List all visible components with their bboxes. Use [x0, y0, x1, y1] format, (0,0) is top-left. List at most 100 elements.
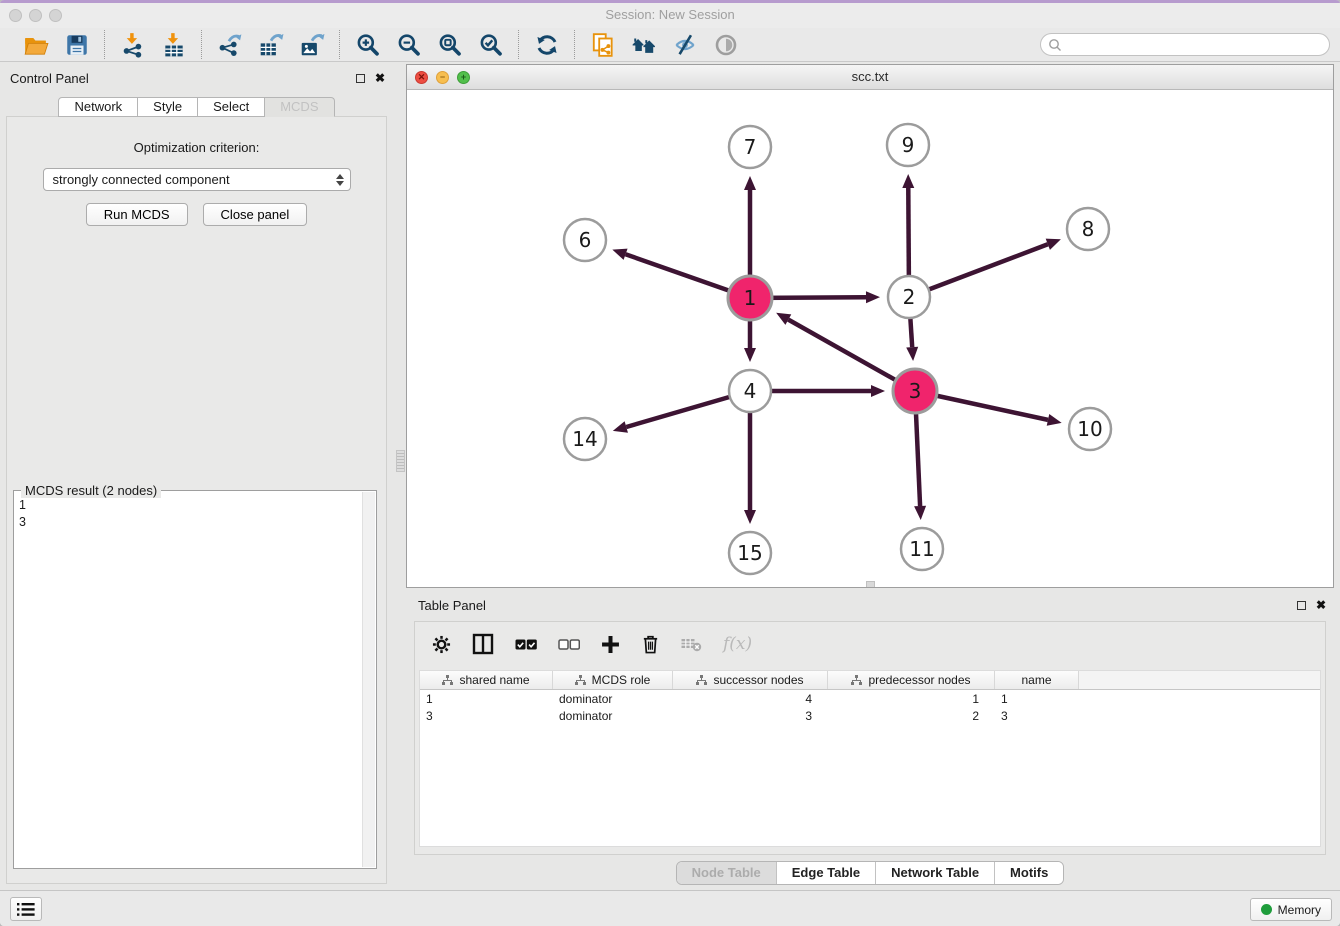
graph-node-label: 15 — [737, 541, 762, 565]
tab-network[interactable]: Network — [58, 97, 138, 117]
result-scrollbar[interactable] — [362, 492, 375, 867]
toggle-column-view-icon[interactable] — [472, 633, 494, 655]
tab-select[interactable]: Select — [198, 97, 265, 117]
float-panel-icon[interactable] — [356, 74, 365, 83]
show-graphics-details-icon[interactable] — [712, 31, 739, 58]
delete-table-icon[interactable] — [681, 636, 702, 652]
graph-arrowhead — [744, 510, 756, 524]
criterion-value: strongly connected component — [53, 172, 336, 187]
open-session-icon[interactable] — [22, 31, 49, 58]
main-toolbar — [0, 28, 1340, 62]
column-header-predecessor-nodes[interactable]: predecessor nodes — [828, 671, 995, 689]
column-header-mcds-role[interactable]: MCDS role — [553, 671, 673, 689]
cell-successor-nodes: 4 — [673, 690, 828, 707]
status-bar: Memory — [0, 890, 1340, 926]
window-title: Session: New Session — [0, 7, 1340, 22]
tab-network-table[interactable]: Network Table — [876, 862, 995, 884]
graph-node-label: 2 — [903, 285, 916, 309]
cell-predecessor-nodes: 1 — [828, 690, 995, 707]
home-icon[interactable] — [630, 31, 657, 58]
hide-graphics-details-icon[interactable] — [671, 31, 698, 58]
cell-mcds-role: dominator — [553, 707, 673, 724]
graph-edge-2-8[interactable] — [909, 244, 1048, 297]
zoom-out-icon[interactable] — [395, 31, 422, 58]
table-panel-header: Table Panel ✖ — [406, 595, 1334, 619]
select-all-checkboxes-icon[interactable] — [515, 638, 537, 651]
graph-node-label: 10 — [1077, 417, 1102, 441]
search-icon — [1048, 38, 1062, 52]
attribute-icon — [696, 675, 707, 686]
column-header-shared-name[interactable]: shared name — [420, 671, 553, 689]
column-header-filler — [1079, 671, 1320, 689]
tab-style[interactable]: Style — [138, 97, 198, 117]
close-panel-button[interactable]: Close panel — [203, 203, 308, 226]
export-network-icon[interactable] — [216, 31, 243, 58]
save-session-icon[interactable] — [63, 31, 90, 58]
table-tabs: Node Table Edge Table Network Table Moti… — [406, 861, 1334, 885]
column-header-successor-nodes[interactable]: successor nodes — [673, 671, 828, 689]
export-table-icon[interactable] — [257, 31, 284, 58]
graph-node-label: 1 — [744, 286, 757, 310]
mcds-result-box[interactable]: MCDS result (2 nodes) 1 3 — [13, 490, 377, 869]
settings-gear-icon[interactable] — [432, 635, 451, 654]
control-panel: Control Panel ✖ Network Style Select MCD… — [0, 68, 393, 884]
create-column-icon[interactable] — [601, 635, 620, 654]
refresh-icon[interactable] — [533, 31, 560, 58]
import-table-icon[interactable] — [160, 31, 187, 58]
memory-status-icon — [1261, 904, 1272, 915]
graph-arrowhead — [744, 348, 756, 362]
graph-arrowhead — [906, 347, 918, 361]
tab-motifs[interactable]: Motifs — [995, 862, 1063, 884]
graph-arrowhead — [744, 176, 756, 190]
mcds-result-text: 1 3 — [19, 497, 360, 864]
graph-arrowhead — [613, 421, 628, 433]
import-network-icon[interactable] — [119, 31, 146, 58]
control-panel-header: Control Panel ✖ — [0, 68, 393, 92]
graph-node-label: 7 — [744, 135, 757, 159]
graph-arrowhead — [914, 506, 926, 520]
dropdown-stepper-icon — [336, 174, 344, 186]
close-panel-icon[interactable]: ✖ — [375, 72, 385, 84]
network-window-titlebar[interactable]: ✕ − + scc.txt — [407, 65, 1333, 90]
network-window-resize-handle[interactable] — [866, 581, 875, 587]
function-builder-icon[interactable]: f(x) — [723, 634, 752, 654]
export-image-icon[interactable] — [298, 31, 325, 58]
table-row[interactable]: 3 dominator 3 2 3 — [420, 707, 1320, 724]
attribute-icon — [851, 675, 862, 686]
criterion-dropdown[interactable]: strongly connected component — [43, 168, 351, 191]
panel-splitter-handle[interactable] — [396, 450, 405, 472]
memory-button[interactable]: Memory — [1250, 898, 1332, 921]
graph-arrowhead — [1046, 239, 1061, 250]
network-window-title: scc.txt — [407, 69, 1333, 84]
search-field[interactable] — [1040, 33, 1330, 56]
graph-arrowhead — [871, 385, 885, 397]
network-graph[interactable]: 1234678910111415 — [407, 91, 1333, 588]
list-icon — [17, 902, 35, 917]
table-panel-title: Table Panel — [418, 598, 486, 613]
mcds-panel: Optimization criterion: strongly connect… — [6, 116, 387, 884]
task-history-button[interactable] — [10, 897, 42, 921]
table-toolbar: f(x) — [415, 622, 1325, 666]
zoom-fit-icon[interactable] — [436, 31, 463, 58]
graph-node-label: 14 — [572, 427, 597, 451]
zoom-in-icon[interactable] — [354, 31, 381, 58]
close-table-panel-icon[interactable]: ✖ — [1316, 599, 1326, 611]
clear-all-checkboxes-icon[interactable] — [558, 638, 580, 651]
column-header-name[interactable]: name — [995, 671, 1079, 689]
tab-edge-table[interactable]: Edge Table — [777, 862, 876, 884]
application-window: Session: New Session — [0, 0, 1340, 926]
main-titlebar[interactable]: Session: New Session — [0, 3, 1340, 28]
zoom-selected-icon[interactable] — [477, 31, 504, 58]
tab-node-table[interactable]: Node Table — [677, 862, 777, 884]
graph-node-label: 8 — [1082, 217, 1095, 241]
graph-node-label: 6 — [579, 228, 592, 252]
delete-column-icon[interactable] — [641, 634, 660, 654]
table-row[interactable]: 1 dominator 4 1 1 — [420, 690, 1320, 707]
clone-network-icon[interactable] — [589, 31, 616, 58]
run-mcds-button[interactable]: Run MCDS — [86, 203, 188, 226]
float-table-panel-icon[interactable] — [1297, 601, 1306, 610]
tab-mcds[interactable]: MCDS — [265, 97, 334, 117]
graph-arrowhead — [612, 249, 627, 260]
attribute-icon — [442, 675, 453, 686]
search-input[interactable] — [1062, 36, 1329, 54]
